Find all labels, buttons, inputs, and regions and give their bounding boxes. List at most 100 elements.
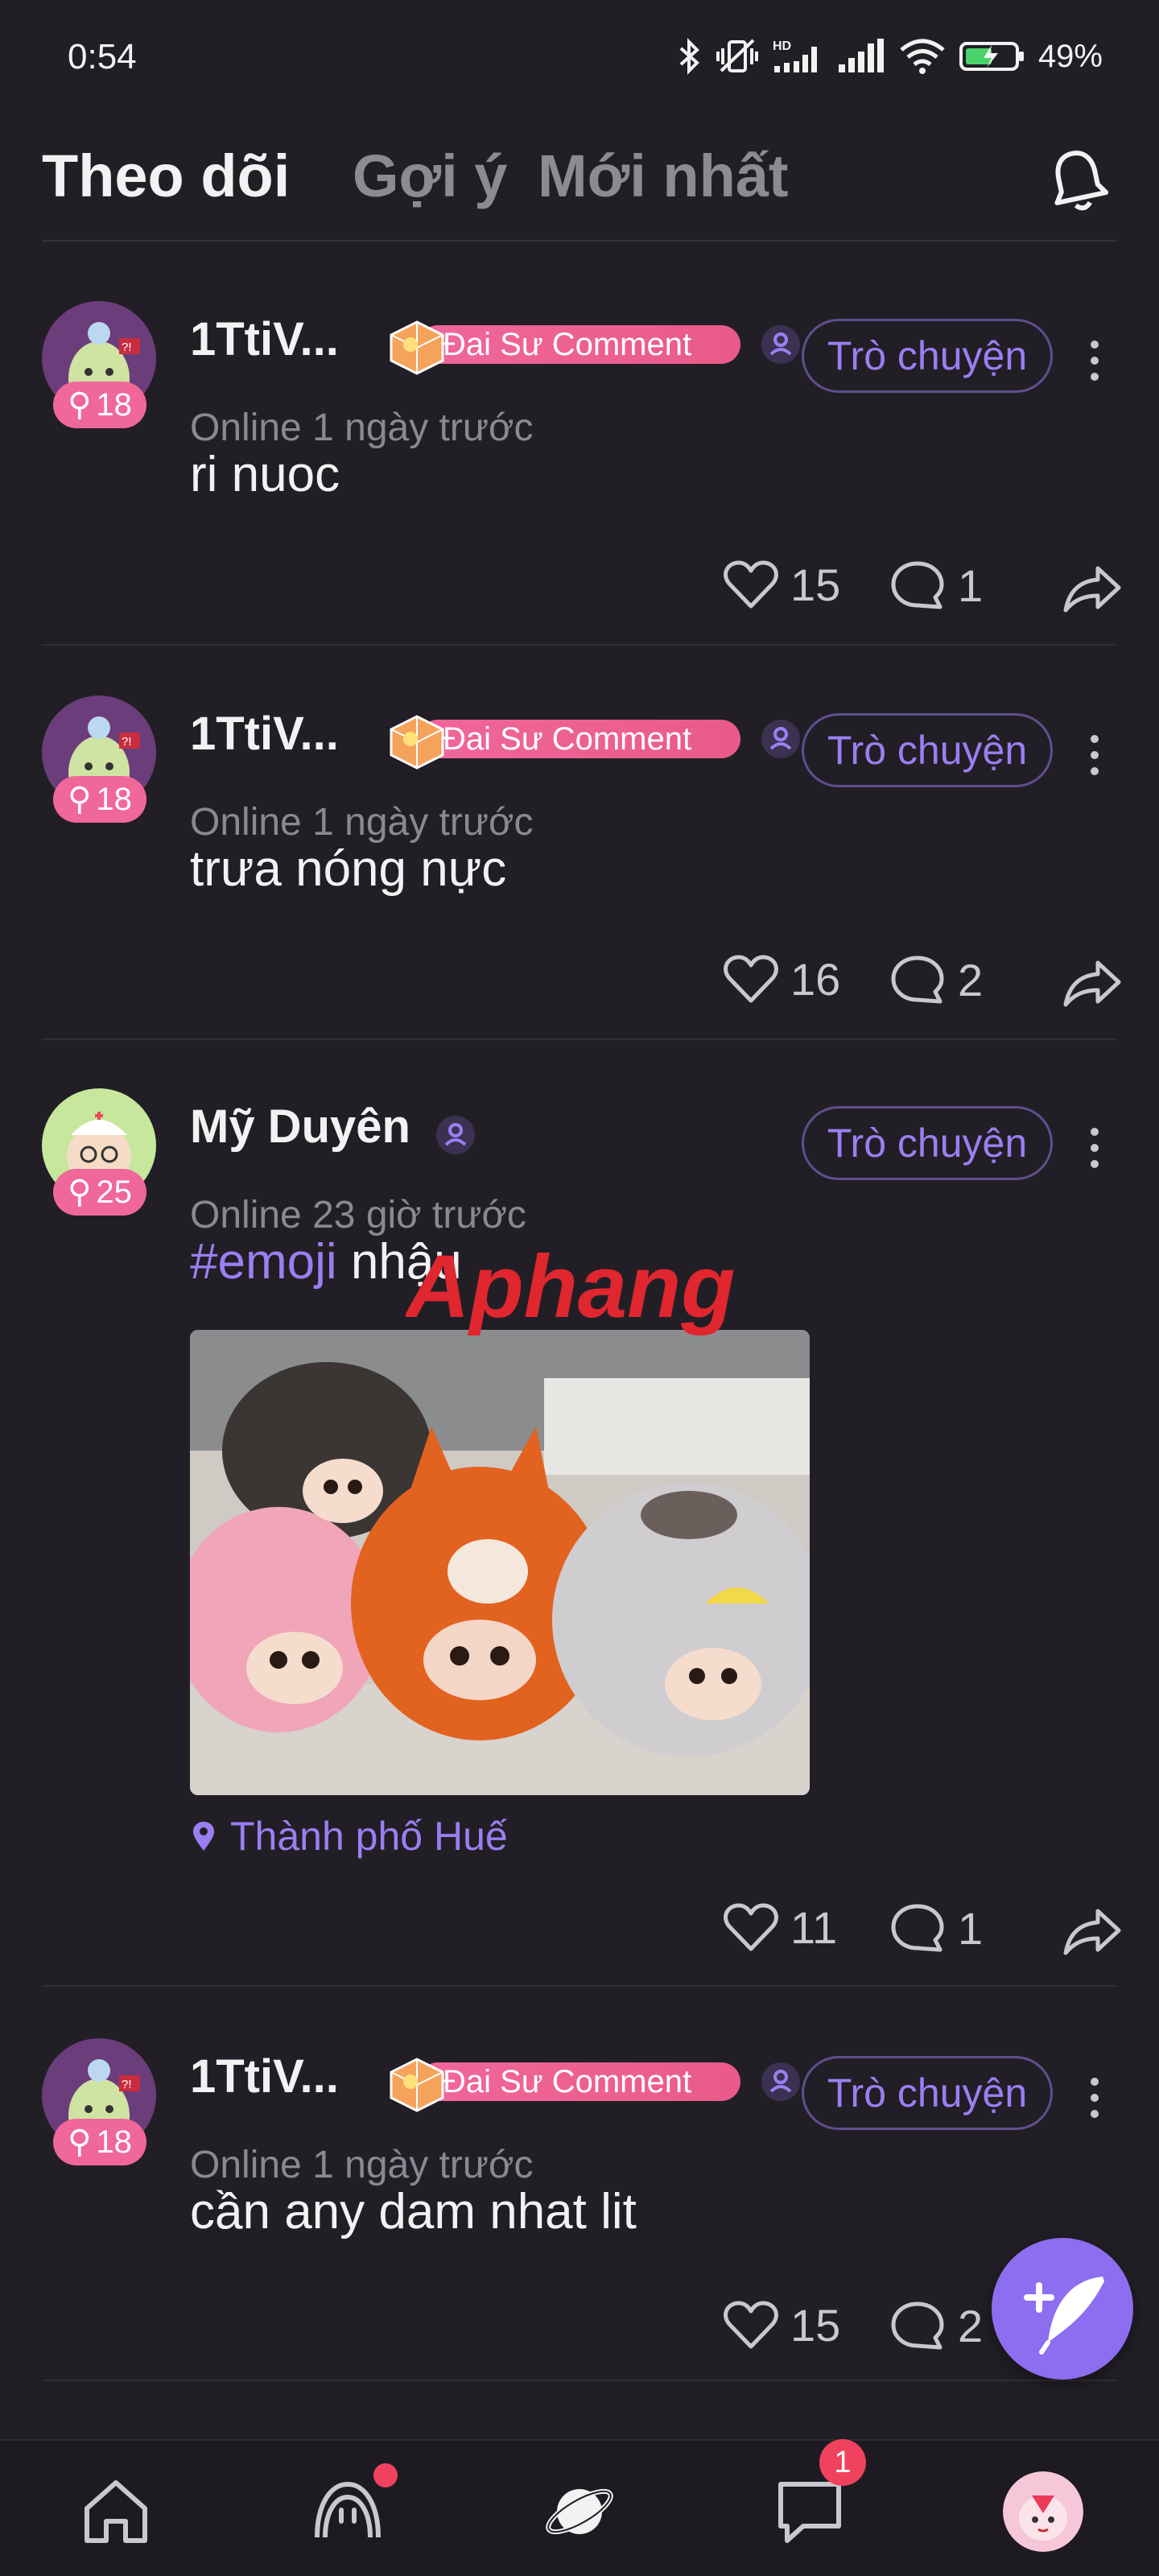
cube-icon: [390, 320, 444, 375]
username[interactable]: 1TtiV...: [190, 2050, 339, 2103]
comment-icon: [891, 2301, 944, 2350]
mascot-icon[interactable]: [309, 2473, 386, 2550]
title-badge: Đai Sư Comment: [386, 713, 740, 770]
cellular-signal-icon: [838, 39, 884, 72]
like-count: 15: [790, 2300, 841, 2351]
chat-button[interactable]: Trò chuyện: [802, 2056, 1053, 2130]
like-count: 16: [790, 954, 841, 1005]
online-status: Online 1 ngày trước: [190, 801, 534, 844]
comment-button[interactable]: 2: [889, 953, 983, 1006]
cube-icon: [390, 715, 444, 770]
bell-icon[interactable]: [1043, 145, 1112, 214]
post-card: ?! ⚲ 18 1TtiV... Đai Sư Comment Trò chuyệ…: [0, 2038, 1159, 2409]
level-icon: ⚲: [68, 387, 92, 423]
wifi-icon: [900, 39, 945, 74]
like-button[interactable]: 15: [723, 559, 840, 611]
title-badge: Đai Sư Comment: [386, 2056, 740, 2112]
comment-count: 2: [958, 2300, 984, 2351]
post-actions: 16 2: [0, 953, 1159, 1026]
comment-icon: [891, 561, 944, 609]
svg-text:HD: HD: [773, 39, 791, 53]
feed-header: Theo dõi Gợi ý Mới nhất: [0, 121, 1159, 242]
comment-count: 1: [958, 559, 984, 611]
more-icon[interactable]: [1079, 333, 1111, 390]
share-icon[interactable]: [1062, 1906, 1124, 1956]
username[interactable]: Mỹ Duyên: [190, 1100, 410, 1154]
level-value: 25: [96, 1174, 132, 1210]
chat-button[interactable]: Trò chuyện: [802, 1106, 1053, 1180]
create-post-button[interactable]: [992, 2238, 1133, 2380]
comment-button[interactable]: 1: [889, 1901, 983, 1955]
vibrate-icon: [716, 39, 758, 72]
status-time: 0:54: [68, 37, 137, 76]
level-icon: ⚲: [68, 1174, 92, 1210]
verified-icon: [761, 720, 800, 758]
username[interactable]: 1TtiV...: [190, 707, 339, 761]
post-card: ?! ⚲ 18 1TtiV... Đai Sư Comment Trò chuyệ…: [0, 301, 1159, 639]
hashtag-link[interactable]: #emoji: [190, 1234, 337, 1290]
level-value: 18: [96, 781, 132, 817]
comment-icon: [891, 1904, 944, 1952]
more-icon[interactable]: [1079, 728, 1111, 784]
post-actions: 11 1: [0, 1901, 1159, 1974]
svg-text:?!: ?!: [122, 2078, 132, 2091]
post-actions: 15 2: [0, 2299, 1159, 2372]
profile-avatar[interactable]: [1003, 2471, 1083, 2552]
watermark-logo: Aphang: [406, 1240, 735, 1336]
battery-percent: 49%: [1037, 38, 1103, 74]
username[interactable]: 1TtiV...: [190, 312, 339, 366]
online-status: Online 1 ngày trước: [190, 407, 534, 449]
badge-label: Đai Sư Comment: [419, 325, 740, 364]
title-badge: Đai Sư Comment: [386, 319, 740, 375]
level-badge: ⚲ 25: [53, 1169, 146, 1216]
share-icon[interactable]: [1062, 958, 1124, 1008]
chat-button[interactable]: Trò chuyện: [802, 319, 1053, 393]
like-button[interactable]: 16: [723, 953, 840, 1005]
chat-button[interactable]: Trò chuyện: [802, 713, 1053, 787]
online-status: Online 23 giờ trước: [190, 1194, 526, 1236]
level-badge: ⚲ 18: [53, 382, 146, 428]
comment-button[interactable]: 1: [889, 559, 983, 612]
comment-button[interactable]: 2: [889, 2299, 983, 2352]
more-icon[interactable]: [1079, 2070, 1111, 2127]
battery-charging-icon: [959, 42, 1024, 71]
verified-icon: [761, 325, 800, 364]
mascot-notification-dot: [373, 2463, 398, 2487]
share-icon[interactable]: [1062, 564, 1124, 613]
like-button[interactable]: 11: [723, 1901, 837, 1954]
planet-icon[interactable]: [541, 2473, 618, 2550]
badge-label: Đai Sư Comment: [419, 720, 740, 758]
level-icon: ⚲: [68, 782, 92, 817]
like-count: 15: [790, 559, 841, 610]
post-photo[interactable]: [190, 1330, 810, 1795]
bluetooth-icon: [679, 38, 699, 75]
home-icon[interactable]: [77, 2473, 155, 2550]
tab-theo-doi[interactable]: Theo dõi: [42, 142, 290, 210]
profile-avatar-image: [1003, 2471, 1083, 2552]
post-card: ⚲ 25 Mỹ Duyên Trò chuyện Online 23 giờ tr…: [0, 1088, 1159, 1982]
online-status: Online 1 ngày trước: [190, 2144, 534, 2186]
post-content[interactable]: cần any dam nhat lit: [190, 2183, 637, 2240]
post-card: ?! ⚲ 18 1TtiV... Đai Sư Comment Trò chuyệ…: [0, 696, 1159, 1034]
level-value: 18: [96, 386, 132, 423]
cube-icon: [390, 2058, 444, 2112]
location-tag[interactable]: Thành phố Huế: [190, 1813, 508, 1860]
post-content[interactable]: trưa nóng nực: [190, 840, 506, 898]
level-badge: ⚲ 18: [53, 776, 146, 823]
post-content[interactable]: ri nuoc: [190, 446, 340, 503]
status-bar: 0:54 HD 49%: [0, 0, 1159, 113]
app-root: 0:54 HD 49% Theo dõi Gợi ý Mới nhất ?! ⚲…: [0, 0, 1159, 2576]
more-icon[interactable]: [1079, 1121, 1111, 1177]
tab-moi-nhat[interactable]: Mới nhất: [538, 142, 789, 210]
post-actions: 15 1: [0, 559, 1159, 631]
level-value: 18: [96, 2124, 132, 2160]
like-count: 11: [790, 1902, 838, 1953]
level-badge: ⚲ 18: [53, 2119, 146, 2165]
comment-count: 2: [958, 954, 984, 1005]
like-button[interactable]: 15: [723, 2299, 840, 2351]
verified-icon: [436, 1116, 475, 1154]
comment-count: 1: [958, 1902, 984, 1954]
plush-toys-photo: [190, 1330, 810, 1795]
tab-goi-y[interactable]: Gợi ý: [353, 142, 507, 210]
badge-label: Đai Sư Comment: [419, 2062, 740, 2101]
